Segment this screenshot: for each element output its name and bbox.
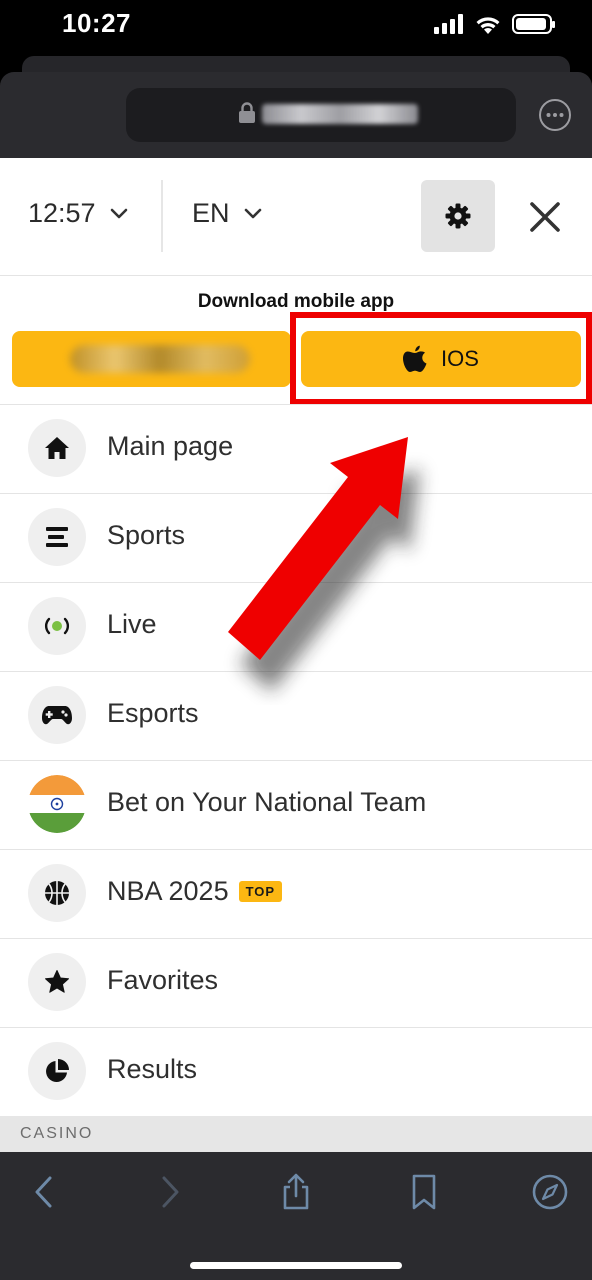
language-value: EN: [192, 198, 230, 228]
language-selector[interactable]: EN: [192, 198, 262, 229]
wifi-icon: [476, 17, 500, 34]
header-divider: [161, 180, 163, 252]
url-text-blurred: [262, 104, 418, 124]
status-time: 10:27: [62, 8, 131, 38]
menu-item-label: Sports: [107, 520, 186, 550]
menu-item-label: NBA 2025 TOP: [107, 876, 283, 907]
home-indicator[interactable]: [190, 1262, 402, 1269]
share-icon[interactable]: [276, 1172, 316, 1212]
close-icon[interactable]: [526, 198, 564, 236]
casino-section-label: CASINO: [20, 1125, 94, 1142]
live-icon: [28, 597, 86, 655]
menu-item-nba-2025[interactable]: NBA 2025 TOP: [0, 849, 592, 938]
battery-icon: [512, 14, 555, 34]
compass-icon[interactable]: [530, 1172, 570, 1212]
menu-item-label: Esports: [107, 698, 199, 728]
browser-bottom-toolbar: [0, 1152, 592, 1280]
home-icon: [28, 419, 86, 477]
status-bar: 10:27: [0, 0, 592, 50]
back-icon[interactable]: [24, 1172, 64, 1212]
android-label-blurred: [70, 345, 250, 373]
india-flag-icon: [28, 775, 86, 833]
lock-icon: [239, 102, 255, 123]
menu-item-results[interactable]: Results: [0, 1027, 592, 1116]
chevron-down-icon: [244, 208, 261, 218]
settings-button[interactable]: [421, 180, 495, 252]
more-options-icon[interactable]: [538, 98, 572, 132]
browser-top-bar: [0, 50, 592, 158]
download-app-title: Download mobile app: [197, 291, 395, 312]
red-highlight-box: [290, 312, 592, 405]
menu-item-label: Bet on Your National Team: [107, 787, 427, 817]
star-icon: [28, 953, 86, 1011]
chevron-down-icon: [110, 208, 127, 218]
forward-icon[interactable]: [150, 1172, 190, 1212]
sports-icon: [28, 508, 86, 566]
menu-item-national-team[interactable]: Bet on Your National Team: [0, 760, 592, 849]
casino-section-header: CASINO: [0, 1116, 592, 1152]
bookmarks-icon[interactable]: [404, 1172, 444, 1212]
top-badge: TOP: [238, 881, 283, 902]
pie-chart-icon: [28, 1042, 86, 1100]
menu-item-label: Results: [107, 1054, 198, 1084]
android-download-button[interactable]: [12, 331, 291, 387]
gamepad-icon: [28, 686, 86, 744]
time-value: 12:57: [28, 198, 96, 228]
basketball-icon: [28, 864, 86, 922]
gear-icon: [445, 203, 471, 229]
nba-label: NBA 2025: [107, 876, 229, 906]
menu-item-label: Live: [107, 609, 157, 639]
signal-icon: [434, 14, 463, 34]
menu-item-label: Favorites: [107, 965, 219, 995]
menu-header: 12:57 EN: [0, 158, 592, 276]
time-selector[interactable]: 12:57: [28, 198, 128, 229]
red-arrow-annotation: [228, 437, 420, 692]
menu-item-favorites[interactable]: Favorites: [0, 938, 592, 1027]
status-icons: [434, 14, 555, 34]
url-bar[interactable]: [126, 88, 516, 142]
